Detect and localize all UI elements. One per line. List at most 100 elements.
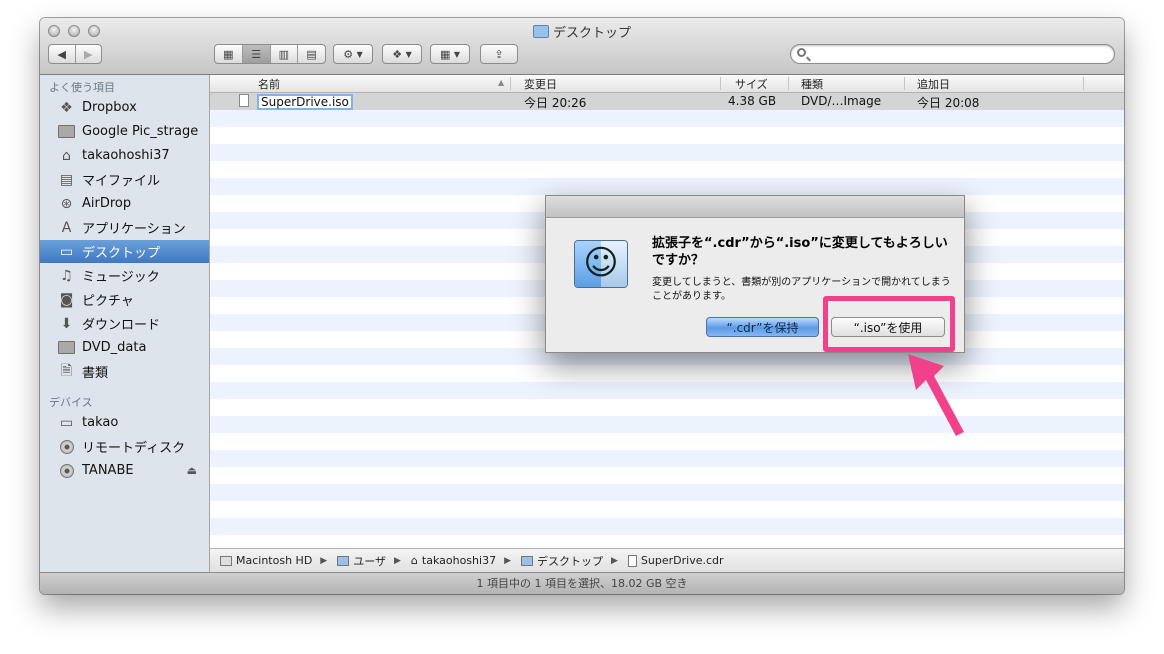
sidebar-item-tanabe[interactable]: TANABE ⏏ — [40, 459, 209, 482]
action-menu-button[interactable]: ⚙ ▼ — [333, 44, 373, 64]
camera-icon: ◙ — [59, 291, 74, 308]
window-title: デスクトップ — [40, 22, 1124, 41]
cell-kind: DVD/…Image — [801, 94, 882, 108]
disc-icon — [58, 439, 75, 455]
sidebar-item-takao[interactable]: ▭ takao — [40, 411, 209, 434]
status-bar: 1 項目中の 1 項目を選択、18.02 GB 空き — [40, 572, 1124, 594]
view-mode-control: ▦ ☰ ▥ ▤ — [214, 44, 326, 64]
back-button[interactable]: ◀ — [49, 45, 76, 63]
search-icon — [797, 48, 806, 57]
disc-icon — [58, 463, 75, 479]
arrange-icon: ▦ — [439, 47, 451, 61]
path-arrow-icon: ▶ — [394, 555, 401, 566]
all-files-icon: ▤ — [59, 171, 74, 188]
document-file-icon — [239, 94, 249, 107]
search-field[interactable] — [790, 44, 1115, 64]
sidebar-item-home[interactable]: ⌂ takaohoshi37 — [40, 144, 209, 167]
music-icon: ♫ — [60, 267, 73, 284]
folder-icon — [521, 555, 533, 566]
applications-icon: A — [61, 219, 72, 236]
folder-icon — [58, 340, 75, 356]
path-crumb-home[interactable]: ⌂ takaohoshi37 ▶ — [411, 554, 511, 567]
list-view-icon: ☰ — [251, 47, 262, 61]
sidebar-item-documents[interactable]: 🗎 書類 — [40, 360, 209, 383]
path-bar: Macintosh HD ▶ ユーザ ▶ ⌂ takaohoshi37 ▶ デスクトップ… — [210, 548, 1124, 572]
home-icon: ⌂ — [62, 147, 71, 164]
table-row[interactable]: SuperDrive.iso 今日 20:26 4.38 GB DVD/…Ima… — [210, 93, 1124, 110]
dropbox-icon: ❖ — [60, 99, 73, 116]
dialog-message: 拡張子を“.cdr”から“.iso”に変更してもよろしいですか？ — [652, 236, 948, 268]
finder-icon: ☺ — [574, 240, 628, 288]
empty-row — [210, 484, 1124, 501]
sidebar-item-google-pic-strage[interactable]: Google Pic_strage — [40, 120, 209, 143]
icon-view-button[interactable]: ▦ — [215, 45, 243, 63]
column-header-bar: 名前 ▲ 変更日 サイズ 種類 追加日 — [210, 75, 1124, 93]
sidebar: よく使う項目 ❖ Dropbox Google Pic_strage ⌂ takao… — [40, 75, 210, 572]
sidebar-item-remote-disc[interactable]: リモートディスク — [40, 435, 209, 458]
dropbox-menu-button[interactable]: ❖ ▼ — [382, 44, 422, 64]
cell-added: 今日 20:08 — [917, 96, 980, 110]
back-arrow-icon: ◀ — [57, 47, 66, 61]
toolbar: デスクトップ ◀ ▶ ▦ ☰ ▥ ▤ ⚙ ▼ ❖ ▼ ▦ ▼ ⇪ — [40, 18, 1124, 75]
forward-button[interactable]: ▶ — [76, 45, 102, 63]
path-arrow-icon: ▶ — [504, 555, 511, 566]
highlight-box — [823, 296, 955, 352]
empty-row — [210, 178, 1124, 195]
sidebar-item-pictures[interactable]: ◙ ピクチャ — [40, 288, 209, 311]
laptop-icon: ▭ — [59, 414, 74, 431]
airdrop-icon: ⊛ — [60, 195, 73, 212]
filename-edit-field[interactable]: SuperDrive.iso — [257, 94, 353, 110]
document-file-icon — [627, 554, 637, 567]
sidebar-item-desktop[interactable]: ▭ デスクトップ — [40, 240, 209, 263]
sidebar-item-all-my-files[interactable]: ▤ マイファイル — [40, 168, 209, 191]
folder-icon — [532, 25, 549, 38]
path-crumb-file[interactable]: SuperDrive.cdr — [627, 554, 724, 567]
column-header-size[interactable]: サイズ — [735, 76, 768, 92]
coverflow-view-icon: ▤ — [306, 47, 317, 61]
empty-row — [210, 450, 1124, 467]
column-header-kind[interactable]: 種類 — [801, 76, 823, 92]
sidebar-item-airdrop[interactable]: ⊛ AirDrop — [40, 192, 209, 215]
desktop-icon: ▭ — [59, 243, 74, 260]
pointer-arrow-icon — [908, 354, 964, 436]
sidebar-item-dropbox[interactable]: ❖ Dropbox — [40, 96, 209, 119]
cell-modified: 今日 20:26 — [524, 96, 587, 110]
forward-arrow-icon: ▶ — [84, 47, 93, 61]
dialog-title-bar — [546, 196, 964, 218]
empty-row — [210, 144, 1124, 161]
search-input[interactable] — [811, 46, 1110, 64]
favorites-header: よく使う項目 — [49, 81, 115, 94]
arrange-menu-button[interactable]: ▦ ▼ — [430, 44, 470, 64]
eject-icon[interactable]: ⏏ — [187, 464, 197, 477]
icon-view-icon: ▦ — [223, 47, 234, 61]
path-arrow-icon: ▶ — [320, 555, 328, 566]
back-forward-control: ◀ ▶ — [48, 44, 102, 64]
chevron-down-icon: ▼ — [356, 49, 363, 59]
column-header-added[interactable]: 追加日 — [917, 76, 950, 92]
share-icon: ⇪ — [494, 47, 504, 61]
cell-size: 4.38 GB — [728, 94, 777, 108]
coverflow-view-button[interactable]: ▤ — [298, 45, 325, 63]
column-header-modified[interactable]: 変更日 — [524, 76, 557, 92]
documents-icon: 🗎 — [60, 362, 73, 379]
chevron-down-icon: ▼ — [405, 49, 412, 59]
empty-row — [210, 416, 1124, 433]
empty-row — [210, 382, 1124, 399]
hard-drive-icon — [220, 555, 232, 566]
column-view-icon: ▥ — [278, 47, 290, 61]
sidebar-item-dvd-data[interactable]: DVD_data — [40, 336, 209, 359]
sidebar-item-music[interactable]: ♫ ミュージック — [40, 264, 209, 287]
sidebar-item-applications[interactable]: A アプリケーション — [40, 216, 209, 239]
folder-icon — [58, 124, 75, 140]
sort-ascending-icon: ▲ — [498, 78, 505, 87]
column-view-button[interactable]: ▥ — [271, 45, 299, 63]
column-header-name[interactable]: 名前 — [258, 76, 280, 92]
list-view-button[interactable]: ☰ — [242, 45, 271, 63]
download-icon: ⬇ — [60, 315, 73, 332]
path-crumb-users[interactable]: ユーザ ▶ — [337, 553, 401, 569]
path-crumb-desktop[interactable]: デスクトップ ▶ — [521, 553, 618, 569]
sidebar-item-downloads[interactable]: ⬇ ダウンロード — [40, 312, 209, 335]
share-button[interactable]: ⇪ — [480, 44, 518, 64]
path-crumb-macintosh-hd[interactable]: Macintosh HD ▶ — [220, 554, 327, 567]
keep-cdr-button[interactable]: “.cdr”を保持 — [706, 317, 819, 337]
